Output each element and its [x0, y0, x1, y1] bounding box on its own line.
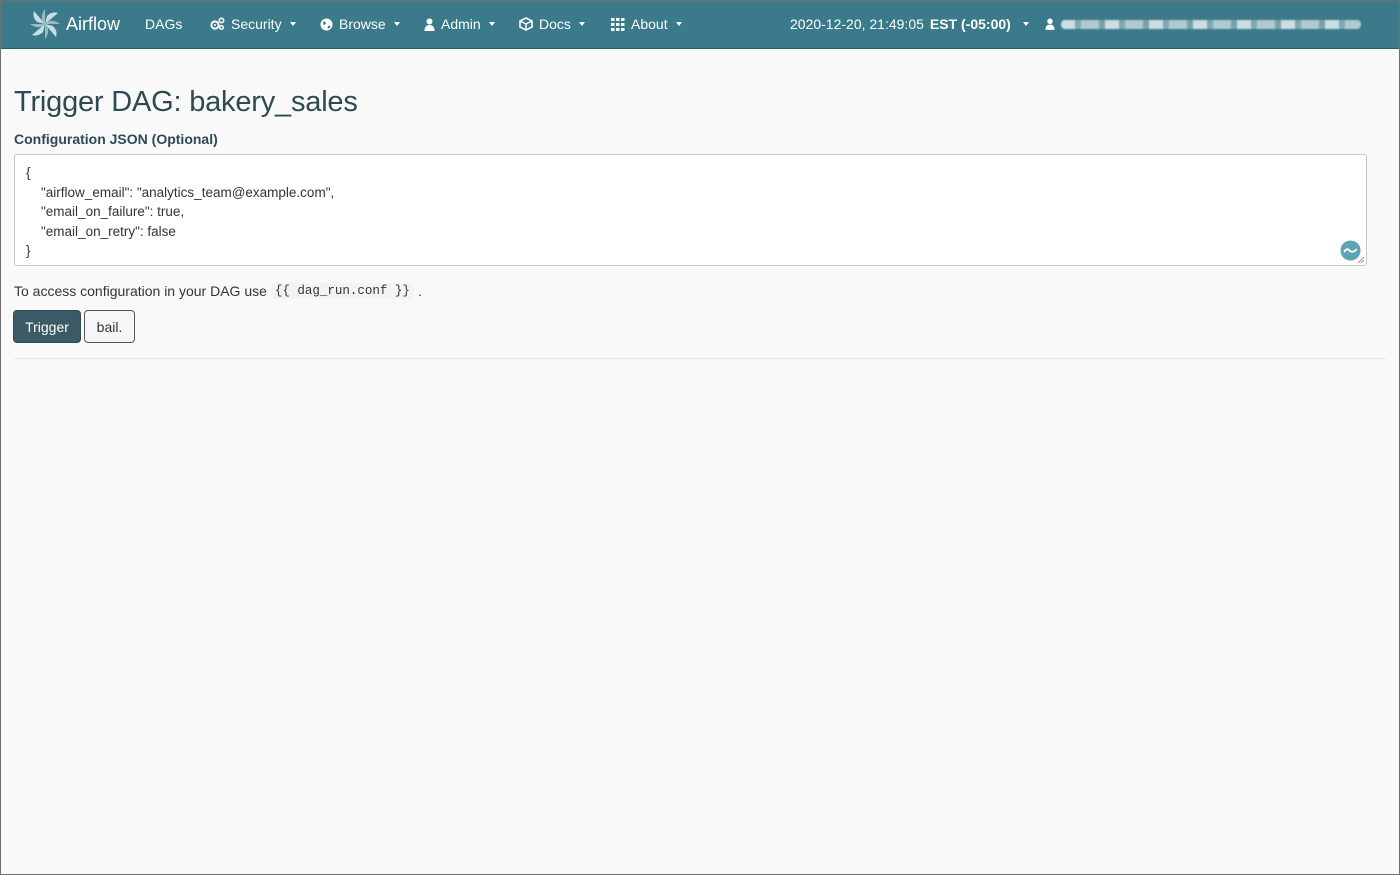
nav-about-label: About — [631, 16, 668, 32]
chevron-down-icon — [1022, 22, 1029, 26]
trigger-button[interactable]: Trigger — [13, 310, 81, 343]
nav-dags[interactable]: DAGs — [145, 0, 182, 48]
nav-browse[interactable]: Browse — [320, 0, 400, 48]
nav-browse-label: Browse — [339, 16, 386, 32]
brand-link[interactable]: Airflow — [28, 6, 120, 42]
user-icon — [424, 18, 435, 31]
redacted-username — [1061, 19, 1361, 29]
nav-docs-label: Docs — [539, 16, 571, 32]
resize-grip-icon[interactable] — [1357, 256, 1365, 264]
cogs-icon — [210, 17, 225, 30]
user-icon — [1045, 18, 1055, 30]
chevron-down-icon — [393, 22, 400, 26]
cube-icon — [519, 17, 533, 31]
page-title: Trigger DAG: bakery_sales — [14, 86, 358, 118]
top-navbar: Airflow DAGs Security Browse Admin Docs … — [0, 0, 1400, 49]
conf-hint: To access configuration in your DAG use … — [14, 283, 422, 299]
chevron-down-icon — [675, 22, 682, 26]
chevron-down-icon — [488, 22, 495, 26]
chevron-down-icon — [289, 22, 296, 26]
nav-dags-label: DAGs — [145, 16, 183, 32]
nav-security[interactable]: Security — [210, 0, 296, 48]
bail-button[interactable]: bail. — [84, 310, 135, 343]
nav-security-label: Security — [231, 16, 282, 32]
airflow-pinwheel-icon — [30, 9, 60, 39]
globe-icon — [320, 18, 333, 30]
nav-docs[interactable]: Docs — [519, 0, 585, 48]
clock-dropdown[interactable]: 2020-12-20, 21:49:05 EST (-05:00) — [790, 0, 1029, 48]
clock-timezone: EST (-05:00) — [929, 16, 1011, 32]
clock-time: 2020-12-20, 21:49:05 — [790, 16, 924, 32]
nav-admin[interactable]: Admin — [424, 0, 495, 48]
grid-icon — [611, 17, 625, 31]
user-menu[interactable] — [1045, 0, 1361, 48]
hint-suffix: . — [417, 283, 422, 299]
hint-code: {{ dag_run.conf }} — [270, 283, 414, 299]
chevron-down-icon — [578, 22, 585, 26]
nav-about[interactable]: About — [611, 0, 682, 48]
conf-json-textarea[interactable]: { "airflow_email": "analytics_team@examp… — [14, 154, 1367, 266]
nav-admin-label: Admin — [441, 16, 481, 32]
hint-prefix: To access configuration in your DAG use — [14, 283, 267, 299]
brand-label: Airflow — [66, 13, 121, 34]
divider — [14, 358, 1386, 359]
conf-label: Configuration JSON (Optional) — [14, 131, 218, 147]
